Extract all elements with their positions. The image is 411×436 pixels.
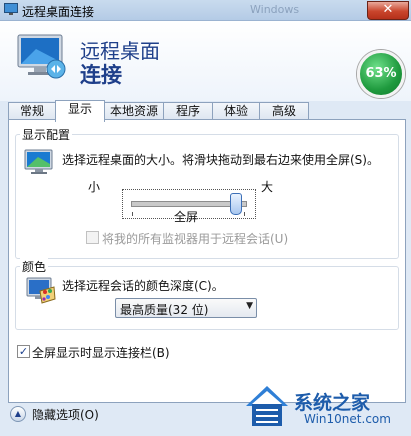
slider-max-label: 大 [261, 180, 274, 194]
connection-bar-checkbox[interactable]: ✓ [17, 345, 30, 358]
chevron-down-icon: ▼ [246, 301, 253, 311]
hide-options-label: 隐藏选项(O) [32, 408, 99, 422]
progress-badge: 63% [357, 50, 405, 98]
tab-local-resources[interactable]: 本地资源 [104, 102, 164, 120]
header-banner: 远程桌面 连接 [0, 21, 411, 101]
slider-thumb[interactable] [230, 193, 242, 215]
close-button[interactable]: ✕ [367, 1, 409, 20]
watermark-subtext: Win10net.com [304, 412, 391, 426]
slider-tick [244, 212, 245, 216]
background-window-title: Windows [250, 3, 300, 16]
multi-monitor-label: 将我的所有监视器用于远程会话(U) [102, 232, 289, 246]
remote-desktop-monitor-icon [17, 34, 66, 79]
display-config-title: 显示配置 [20, 126, 73, 143]
color-depth-description: 选择远程会话的颜色深度(C)。 [62, 279, 224, 293]
multi-monitor-checkbox[interactable] [86, 231, 99, 244]
color-depth-select[interactable]: 最高质量(32 位) ▼ [115, 298, 257, 318]
tab-programs[interactable]: 程序 [163, 102, 213, 120]
slider-tick [132, 212, 133, 216]
window-title: 远程桌面连接 [22, 5, 95, 19]
watermark-text: 系统之家 [294, 392, 371, 414]
slider-value-label: 全屏 [174, 210, 199, 224]
watermark-logo-icon [246, 386, 288, 426]
color-palette-icon [26, 277, 56, 304]
header-title-line2: 连接 [80, 63, 122, 87]
color-depth-value: 最高质量(32 位) [120, 303, 209, 317]
colors-group: 颜色 选择远程会话的颜色深度(C)。 最高质量(32 位) ▼ [15, 258, 399, 330]
display-tab-panel: 显示配置 选择远程桌面的大小。将滑块拖动到最右边来使用全屏(S)。 小 大 全屏… [8, 119, 406, 403]
display-config-group: 显示配置 选择远程桌面的大小。将滑块拖动到最右边来使用全屏(S)。 小 大 全屏… [15, 126, 399, 259]
display-size-description: 选择远程桌面的大小。将滑块拖动到最右边来使用全屏(S)。 [62, 153, 379, 167]
tab-general[interactable]: 常规 [8, 102, 56, 120]
display-monitor-icon [24, 149, 53, 174]
tab-experience[interactable]: 体验 [212, 102, 260, 120]
title-bar[interactable]: 远程桌面连接 Windows ✕ [0, 0, 411, 21]
chevron-up-icon: ▲ [10, 406, 26, 422]
site-watermark: 系统之家 Win10net.com [242, 378, 411, 436]
colors-title: 颜色 [20, 258, 49, 275]
tab-display[interactable]: 显示 [55, 100, 105, 122]
slider-min-label: 小 [88, 180, 101, 194]
remote-desktop-icon [4, 3, 18, 15]
tab-advanced[interactable]: 高级 [259, 102, 309, 120]
connection-bar-label: 全屏显示时显示连接栏(B) [32, 346, 170, 360]
